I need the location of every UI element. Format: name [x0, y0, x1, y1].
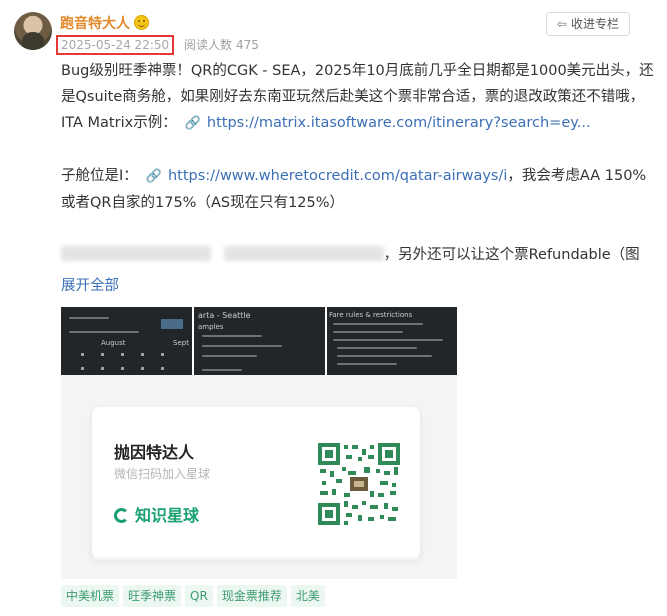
- tag-item[interactable]: 北美: [290, 585, 325, 607]
- add-to-column-button[interactable]: ⇦ 收进专栏: [545, 12, 630, 36]
- fare-rules-title: Fare rules & restrictions: [329, 311, 413, 319]
- itinerary-subtitle: amples: [198, 323, 224, 331]
- zsxq-brand: 知识星球: [114, 502, 199, 526]
- blurred-text: [61, 246, 211, 261]
- link-icon: 🔗: [184, 116, 201, 131]
- link-icon: 🔗: [145, 169, 162, 184]
- wheretocredit-link[interactable]: https://www.wheretocredit.com/qatar-airw…: [168, 168, 507, 184]
- author-name-text[interactable]: 跑音特大人: [60, 16, 130, 32]
- reads-label: 阅读人数: [183, 38, 232, 52]
- ita-matrix-link[interactable]: https://matrix.itasoftware.com/itinerary…: [207, 115, 591, 131]
- expand-all-link[interactable]: 展开全部: [61, 274, 119, 295]
- add-to-column-icon: ⇦: [556, 17, 567, 31]
- tag-item[interactable]: 中美机票: [61, 585, 120, 607]
- author-name[interactable]: 跑音特大人: [60, 13, 149, 33]
- paragraph-2-prefix: 子舱位是I：: [61, 168, 138, 184]
- avatar[interactable]: [14, 12, 52, 50]
- smile-emoji-icon: [134, 15, 149, 30]
- reads-count: 475: [235, 38, 259, 52]
- paragraph-2: 子舱位是I： 🔗 https://www.wheretocredit.com/qat…: [61, 163, 656, 216]
- calendar-month-label-2: Sept: [173, 339, 189, 347]
- tag-item[interactable]: 旺季神票: [123, 585, 182, 607]
- planet-qr-card[interactable]: 抛因特达人 微信扫码加入星球 知识星球: [92, 407, 420, 563]
- paragraph-3: ，另外还可以让这个票Refundable（图: [61, 242, 656, 268]
- tag-item[interactable]: 现金票推荐: [216, 585, 287, 607]
- calendar-month-label: August: [101, 339, 126, 347]
- paragraph-1: Bug级别旺季神票！QR的CGK - SEA，2025年10月底前几乎全日期都是…: [61, 58, 656, 137]
- post-date: 2025-05-24 22:50: [56, 35, 175, 55]
- zsxq-brand-label: 知识星球: [135, 506, 200, 525]
- qr-code-icon: [318, 443, 400, 525]
- itinerary-title: arta - Seattle: [198, 311, 251, 320]
- add-to-column-label: 收进专栏: [570, 17, 619, 31]
- post-header: 跑音特大人 2025-05-24 22:50 阅读人数 475 ⇦ 收进专栏: [14, 10, 654, 56]
- planet-promo-panel: 抛因特达人 微信扫码加入星球 知识星球: [61, 375, 457, 579]
- post-content: Bug级别旺季神票！QR的CGK - SEA，2025年10月底前几乎全日期都是…: [61, 58, 656, 294]
- zsxq-logo-icon: [114, 508, 129, 523]
- planet-subtitle: 微信扫码加入星球: [114, 467, 211, 481]
- planet-name: 抛因特达人: [114, 443, 195, 462]
- blurred-text: [223, 246, 384, 261]
- tag-list: 中美机票 旺季神票 QR 现金票推荐 北美: [61, 585, 329, 607]
- post-meta: 2025-05-24 22:50 阅读人数 475: [56, 35, 259, 55]
- paragraph-3-suffix: ，另外还可以让这个票Refundable（图: [383, 247, 640, 263]
- tag-item[interactable]: QR: [185, 585, 213, 607]
